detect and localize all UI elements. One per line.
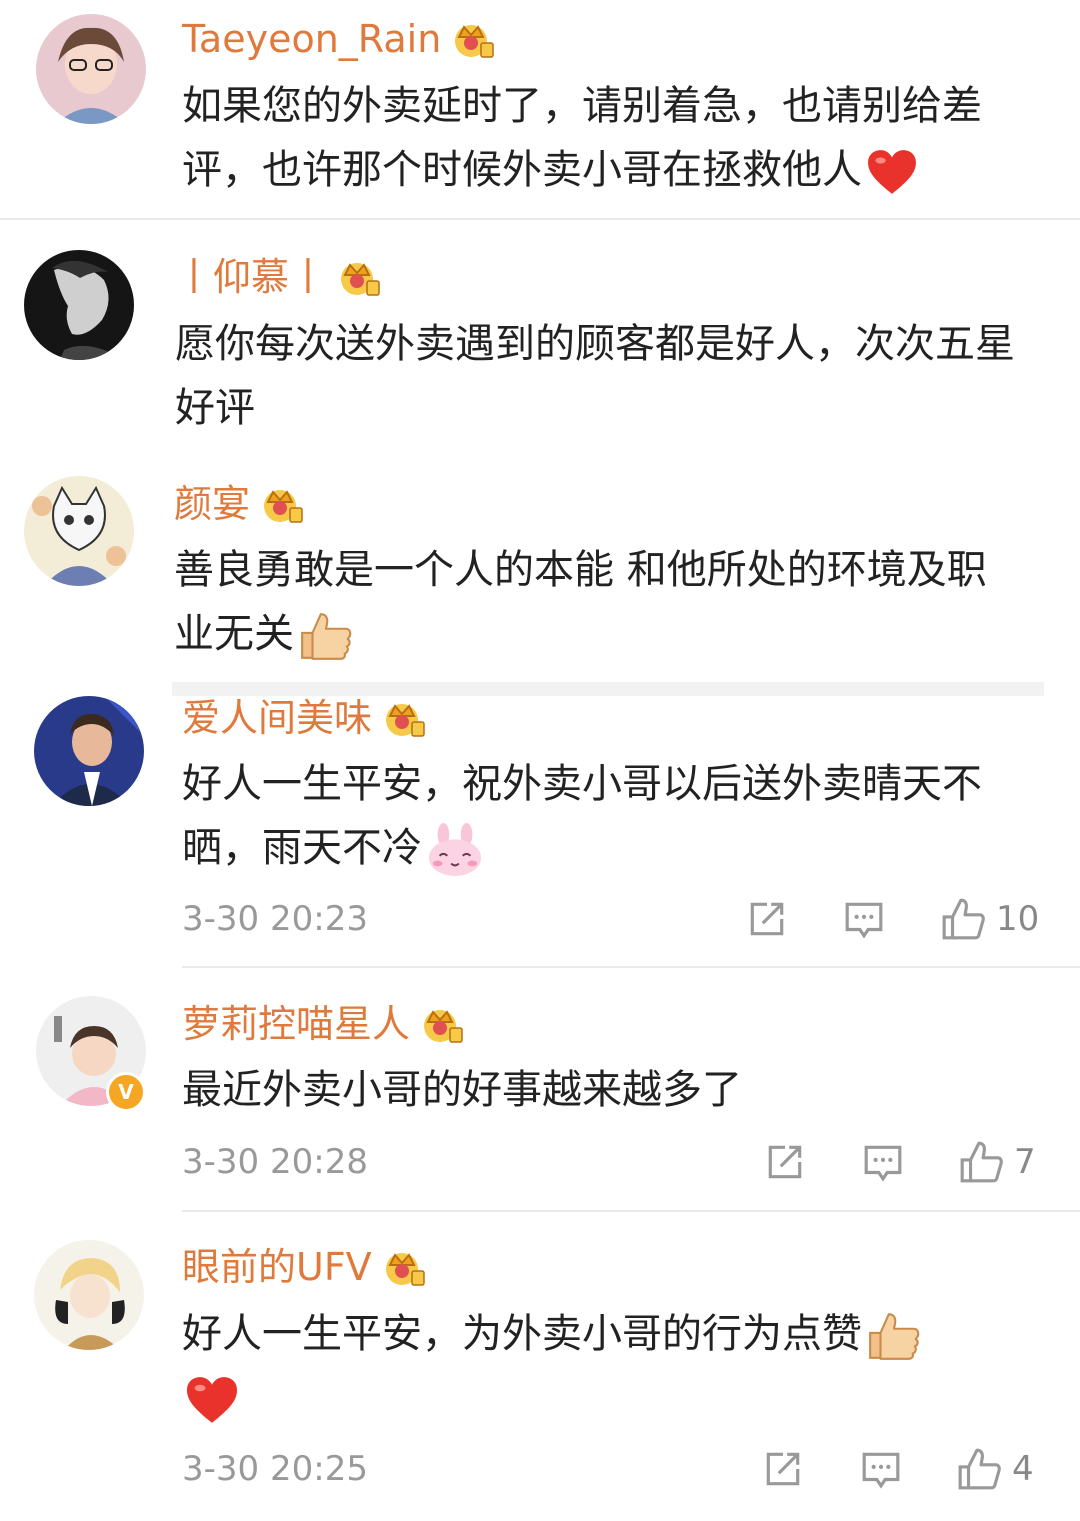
avatar[interactable] xyxy=(24,476,134,586)
comment-icon xyxy=(862,1141,904,1183)
thumbs-up-emoji-icon xyxy=(298,610,354,662)
share-icon xyxy=(762,1448,804,1490)
share-button[interactable] xyxy=(746,896,788,942)
timestamp: 3-30 20:23 xyxy=(182,899,368,939)
username[interactable]: 萝莉控喵星人 xyxy=(182,1000,410,1048)
timestamp: 3-30 20:28 xyxy=(182,1142,368,1182)
like-button[interactable]: 7 xyxy=(958,1139,1036,1185)
share-icon xyxy=(764,1141,806,1183)
crown-icon xyxy=(420,1004,464,1044)
reply-button[interactable] xyxy=(860,1446,902,1492)
comment-text: 好人一生平安，祝外卖小哥以后送外卖晴天不晒，雨天不冷 xyxy=(182,752,1022,880)
share-button[interactable] xyxy=(764,1139,806,1185)
verified-badge-icon: V xyxy=(106,1072,146,1112)
like-count: 4 xyxy=(1012,1449,1034,1489)
reply-button[interactable] xyxy=(843,896,885,942)
comment-text: 好人一生平安，为外卖小哥的行为点赞 xyxy=(182,1302,1022,1430)
username[interactable]: 颜宴 xyxy=(174,480,250,528)
share-button[interactable] xyxy=(762,1446,804,1492)
username[interactable]: Taeyeon_Rain xyxy=(182,15,441,63)
thumbs-up-icon xyxy=(958,1139,1004,1185)
crown-icon xyxy=(260,484,304,524)
comment-text: 愿你每次送外卖遇到的顾客都是好人，次次五星好评 xyxy=(175,321,1015,431)
avatar[interactable] xyxy=(24,250,134,360)
crown-icon xyxy=(451,19,495,59)
comment-meta: 3-30 20:25 4 xyxy=(182,1444,1040,1494)
comment-text: 最近外卖小哥的好事越来越多了 xyxy=(182,1067,742,1113)
like-button[interactable]: 4 xyxy=(956,1446,1034,1492)
thumbs-up-icon xyxy=(940,896,986,942)
like-button[interactable]: 10 xyxy=(940,896,1039,942)
comment-meta: 3-30 20:28 7 xyxy=(182,1137,1040,1187)
comment-meta: 3-30 20:23 10 xyxy=(182,894,1040,944)
username[interactable]: 丨仰慕丨 xyxy=(175,253,327,301)
heart-emoji-icon xyxy=(866,148,918,196)
avatar[interactable] xyxy=(34,696,144,806)
share-icon xyxy=(746,898,788,940)
avatar[interactable] xyxy=(34,1240,144,1350)
heart-emoji-icon xyxy=(184,1375,240,1425)
thumbs-up-emoji-icon xyxy=(866,1310,922,1362)
comment-text: 善良勇敢是一个人的本能 和他所处的环境及职业无关 xyxy=(174,538,1024,666)
username[interactable]: 爱人间美味 xyxy=(182,694,372,742)
divider xyxy=(0,218,1080,220)
username[interactable]: 眼前的UFV xyxy=(182,1243,372,1291)
crown-icon xyxy=(382,1247,426,1287)
reply-button[interactable] xyxy=(862,1139,904,1185)
thumbs-up-icon xyxy=(956,1446,1002,1492)
comment-icon xyxy=(860,1448,902,1490)
like-count: 7 xyxy=(1014,1142,1036,1182)
avatar[interactable] xyxy=(36,14,146,124)
comment-icon xyxy=(843,898,885,940)
comment-text: 如果您的外卖延时了，请别着急，也请别给差评，也许那个时候外卖小哥在拯救他人 xyxy=(182,74,1022,202)
bunny-emoji-icon xyxy=(426,823,484,877)
crown-icon xyxy=(337,257,381,297)
timestamp: 3-30 20:25 xyxy=(182,1449,368,1489)
divider xyxy=(182,1210,1080,1212)
divider xyxy=(182,966,1080,968)
like-count: 10 xyxy=(996,899,1040,939)
crown-icon xyxy=(382,698,426,738)
